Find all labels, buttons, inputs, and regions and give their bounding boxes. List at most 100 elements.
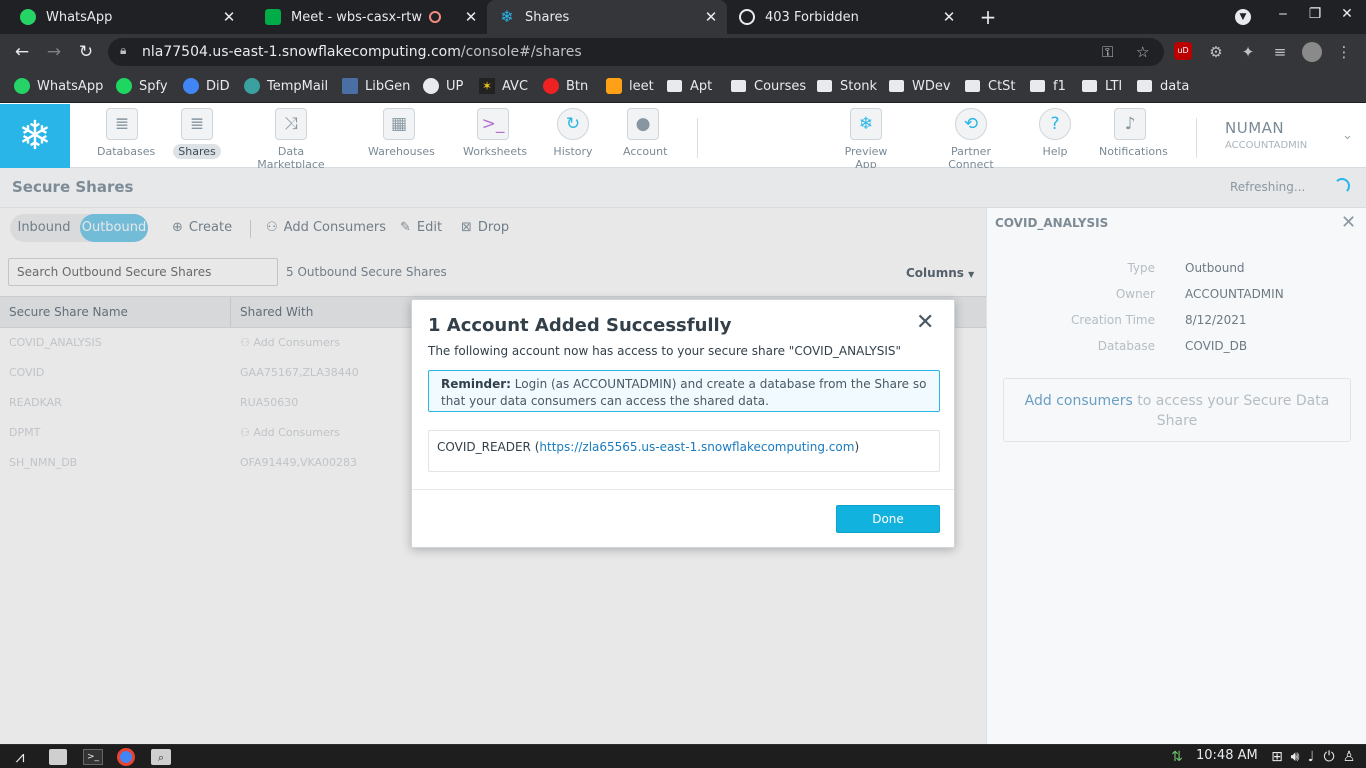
minimize-icon[interactable]: ‒ <box>1273 6 1293 28</box>
power-icon[interactable]: ⏻ <box>1320 748 1338 766</box>
user-status-icon[interactable]: ♙ <box>1340 748 1358 766</box>
field-key: Database <box>1097 339 1155 353</box>
browser-tab[interactable]: 403 Forbidden ✕ <box>727 0 965 34</box>
back-icon[interactable]: ← <box>10 40 34 64</box>
folder-icon <box>889 80 904 92</box>
globe-icon <box>739 9 755 25</box>
tab-title: 403 Forbidden <box>765 9 859 25</box>
reminder-box: Reminder: Login (as ACCOUNTADMIN) and cr… <box>428 370 940 412</box>
network-icon[interactable]: ⊞ <box>1268 748 1286 766</box>
bookmark[interactable]: Btn <box>543 70 588 102</box>
close-tab-icon[interactable]: ✕ <box>463 8 479 26</box>
nav-label: Warehouses <box>368 145 435 158</box>
microphone-icon[interactable]: ♩ <box>1302 748 1320 766</box>
browser-tab[interactable]: Meet - wbs-casx-rtw ✕ <box>245 0 487 34</box>
bookmark-folder[interactable]: LTI <box>1082 70 1122 102</box>
bookmark-folder[interactable]: Stonk <box>817 70 877 102</box>
address-bar[interactable]: 🔒︎ nla77504.us-east-1.snowflakecomputing… <box>108 38 1164 66</box>
launcher-icon[interactable]: ⩘ <box>11 748 29 766</box>
restore-icon[interactable]: ❐ <box>1305 6 1325 28</box>
url-path: /console#/shares <box>460 44 582 60</box>
kebab-menu-icon[interactable]: ⋮ <box>1334 42 1354 62</box>
nav-shares[interactable]: ≣ Shares <box>172 108 222 159</box>
bookmark-folder[interactable]: data <box>1137 70 1189 102</box>
browser-tab-active[interactable]: ❄ Shares ✕ <box>487 0 727 34</box>
field-key: Type <box>1127 261 1155 275</box>
app-nav: ❄ ≣ Databases ≣ Shares ⤨ Data Marketplac… <box>0 104 1366 171</box>
bookmark-folder[interactable]: CtSt <box>965 70 1016 102</box>
new-tab-button[interactable]: + <box>978 6 998 28</box>
account-url-link[interactable]: https://zla65565.us-east-1.snowflakecomp… <box>539 440 854 454</box>
bookmark-label: Stonk <box>840 78 878 94</box>
bookmark[interactable]: WhatsApp <box>14 70 103 102</box>
puzzle-icon[interactable]: ✦ <box>1238 42 1258 62</box>
close-icon[interactable]: ✕ <box>1341 212 1356 233</box>
bookmark-label: WhatsApp <box>37 78 104 94</box>
search-app-icon[interactable]: ⌕ <box>151 749 171 765</box>
account-icon: ● <box>627 108 659 140</box>
network-status-icon[interactable]: ⇅ <box>1168 748 1186 766</box>
detail-title: COVID_ANALYSIS <box>995 216 1109 230</box>
close-icon[interactable]: ✕ <box>916 310 934 335</box>
shares-icon: ≣ <box>181 108 213 140</box>
chrome-icon[interactable] <box>117 748 135 766</box>
bookmark-label: WDev <box>912 78 951 94</box>
bookmark[interactable]: leet <box>606 70 654 102</box>
nav-partner-connect[interactable]: ⟲ Partner Connect <box>925 108 1017 172</box>
bookmark[interactable]: DiD <box>183 70 230 102</box>
star-icon[interactable]: ☆ <box>1136 43 1149 61</box>
forward-icon[interactable]: → <box>42 40 66 64</box>
terminal-icon[interactable]: >_ <box>83 749 103 765</box>
did-icon <box>183 78 199 94</box>
bookmark-folder[interactable]: WDev <box>889 70 951 102</box>
user-menu[interactable]: NUMAN ACCOUNTADMIN <box>1225 119 1307 151</box>
media-icon[interactable]: ≡ <box>1270 42 1290 62</box>
reload-icon[interactable]: ↻ <box>74 40 98 64</box>
clock: 10:48 AM <box>1196 748 1258 763</box>
libgen-icon <box>342 78 358 94</box>
bookmark-folder[interactable]: f1 <box>1030 70 1066 102</box>
bookmark-label: LibGen <box>365 78 411 94</box>
bookmark-folder[interactable]: Apt <box>667 70 712 102</box>
done-button[interactable]: Done <box>836 505 940 533</box>
bookmark[interactable]: Spfy <box>116 70 168 102</box>
nav-databases[interactable]: ≣ Databases <box>92 108 155 159</box>
nav-history[interactable]: ↻ History <box>548 108 598 159</box>
chevron-down-icon[interactable]: ⌄ <box>1342 128 1353 143</box>
account-name: COVID_READER <box>437 440 531 454</box>
ublock-icon[interactable]: uD <box>1174 42 1192 60</box>
close-window-icon[interactable]: ✕ <box>1337 6 1357 28</box>
nav-data-marketplace[interactable]: ⤨ Data Marketplace <box>242 108 340 172</box>
close-tab-icon[interactable]: ✕ <box>221 8 237 26</box>
close-tab-icon[interactable]: ✕ <box>941 8 957 26</box>
add-consumers-link[interactable]: Add consumers <box>1025 393 1133 409</box>
browser-tab-bar: WhatsApp ✕ Meet - wbs-casx-rtw ✕ ❄ Share… <box>0 0 1366 34</box>
snowflake-logo-icon[interactable]: ❄ <box>0 104 70 168</box>
gear-extension-icon[interactable]: ⚙ <box>1206 42 1226 62</box>
bookmark-label: LTI <box>1105 78 1123 94</box>
nav-notifications[interactable]: ♪ Notifications <box>1094 108 1168 159</box>
tab-title: WhatsApp <box>46 9 113 25</box>
snowflake-icon: ❄ <box>850 108 882 140</box>
browser-tab[interactable]: WhatsApp ✕ <box>0 0 245 34</box>
bookmark[interactable]: ✶ AVC <box>479 70 528 102</box>
profile-avatar[interactable] <box>1302 42 1322 62</box>
bookmark-label: Courses <box>754 78 807 94</box>
key-icon[interactable]: ⚿ <box>1102 43 1113 61</box>
tab-search-icon[interactable]: ▼ <box>1235 9 1251 25</box>
close-tab-icon[interactable]: ✕ <box>703 8 719 26</box>
nav-worksheets[interactable]: >_ Worksheets <box>458 108 528 159</box>
files-icon[interactable] <box>49 749 67 765</box>
bookmark[interactable]: LibGen <box>342 70 410 102</box>
folder-icon <box>1137 80 1152 92</box>
bookmark-label: Spfy <box>139 78 168 94</box>
bookmark-folder[interactable]: Courses <box>731 70 806 102</box>
nav-help[interactable]: ? Help <box>1035 108 1075 159</box>
nav-warehouses[interactable]: ▦ Warehouses <box>363 108 435 159</box>
database-icon: ≣ <box>106 108 138 140</box>
nav-account[interactable]: ● Account <box>618 108 668 159</box>
nav-label: Account <box>623 145 668 158</box>
bookmark[interactable]: UP <box>423 70 463 102</box>
bookmark[interactable]: TempMail <box>244 70 328 102</box>
nav-preview-app[interactable]: ❄ Preview App <box>830 108 902 172</box>
